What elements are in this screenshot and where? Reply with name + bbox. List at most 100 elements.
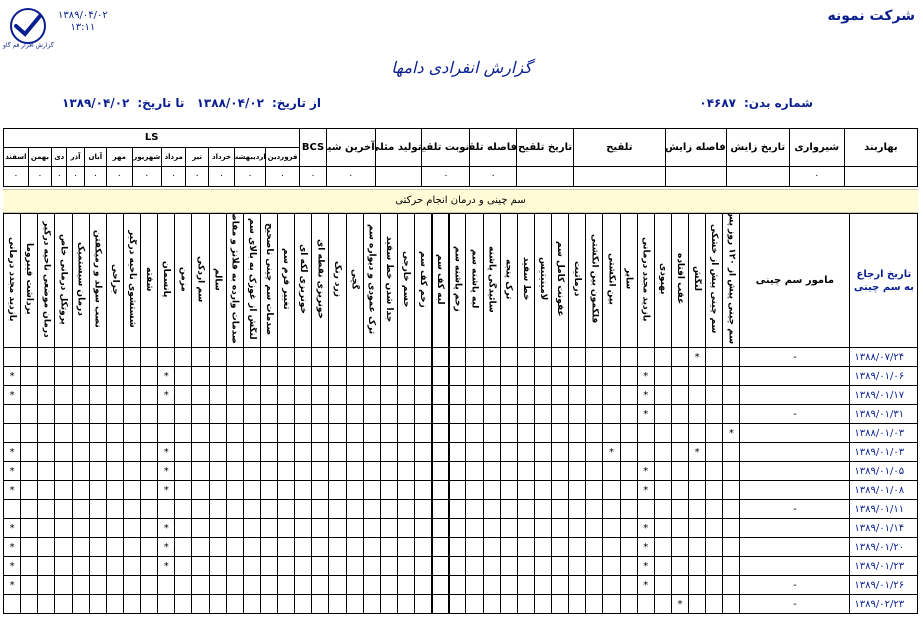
finding-cell — [430, 461, 450, 481]
finding-cell — [259, 518, 279, 538]
finding-column-label: عفونت کامل سم — [555, 241, 566, 317]
finding-column-label: پروتکل درمانی خاص — [58, 233, 69, 325]
summary-value — [573, 165, 666, 188]
summary-header: BCS — [299, 128, 327, 167]
finding-cell — [225, 461, 244, 481]
finding-cell — [294, 499, 313, 519]
finding-cell — [533, 442, 553, 462]
month-value: ۰ — [106, 165, 133, 188]
referral-date: ۱۳۸۸/۰۱/۰۳ — [849, 423, 919, 443]
finding-cell — [122, 442, 142, 462]
finding-cell — [191, 423, 210, 443]
table-row: ۱۳۸۸/۰۷/۲۴- * — [2, 347, 919, 367]
finding-cell — [687, 423, 707, 443]
finding-cell — [430, 499, 450, 519]
finding-cell — [345, 499, 364, 519]
finding-cell — [482, 575, 501, 595]
month-value: ۰ — [3, 165, 29, 188]
finding-cell — [379, 347, 398, 367]
finding-cell — [139, 385, 159, 405]
finding-cell — [242, 480, 261, 500]
finding-cell — [636, 423, 655, 443]
finding-cell — [636, 442, 655, 462]
finding-cell — [465, 537, 484, 557]
summary-header: تولید مثلی — [374, 128, 423, 167]
finding-cell — [362, 404, 381, 424]
finding-column-header: عفونت کامل سم — [550, 213, 570, 348]
finding-cell — [670, 518, 690, 538]
summary-value — [664, 165, 727, 188]
summary-header: فاصله زایش — [664, 128, 727, 167]
finding-column-label: لبه پاشنه سم — [469, 249, 480, 309]
finding-cell — [345, 423, 364, 443]
trimmer-name — [739, 556, 851, 576]
finding-cell — [105, 442, 124, 462]
summary-value: ۰ — [469, 165, 518, 188]
finding-cell — [550, 461, 570, 481]
finding-cell — [20, 480, 39, 500]
finding-cell — [413, 556, 433, 576]
finding-cell — [191, 499, 210, 519]
finding-cell — [585, 499, 604, 519]
finding-cell — [619, 347, 638, 367]
finding-cell — [653, 423, 672, 443]
finding-cell — [396, 347, 416, 367]
finding-cell — [225, 347, 244, 367]
finding-cell — [499, 366, 518, 386]
finding-cell — [499, 423, 518, 443]
finding-cell — [379, 594, 398, 614]
finding-cell — [191, 385, 210, 405]
referral-date: ۱۳۸۹/۰۱/۲۳ — [849, 556, 919, 576]
finding-cell — [242, 518, 261, 538]
month-header: آبان — [83, 146, 108, 167]
finding-cell — [362, 556, 381, 576]
finding-cell — [516, 499, 535, 519]
finding-cell — [157, 594, 176, 614]
finding-column-label: گچی — [349, 268, 360, 290]
finding-cell — [396, 442, 416, 462]
finding-cell — [54, 385, 73, 405]
finding-cell — [37, 518, 56, 538]
finding-cell — [619, 442, 638, 462]
finding-cell — [705, 347, 724, 367]
finding-cell — [54, 556, 73, 576]
finding-cell — [465, 366, 484, 386]
finding-mark: * — [636, 461, 655, 481]
finding-column-header: جدا شدن خط سفید — [379, 213, 398, 348]
finding-cell — [602, 404, 621, 424]
finding-cell — [722, 347, 741, 367]
finding-column-label: زخم پاشنه سم — [452, 246, 463, 312]
trimmer-name — [739, 480, 851, 500]
finding-cell — [88, 537, 107, 557]
finding-cell — [328, 556, 347, 576]
finding-cell — [550, 556, 570, 576]
finding-cell — [379, 480, 398, 500]
finding-cell — [242, 423, 261, 443]
finding-cell — [533, 480, 553, 500]
finding-cell — [88, 461, 107, 481]
finding-cell — [602, 556, 621, 576]
finding-cell — [122, 404, 142, 424]
summary-value — [725, 165, 790, 188]
finding-column-header: صدمات وارده به فلانژ و مفاصل — [225, 213, 244, 348]
finding-cell — [602, 423, 621, 443]
finding-cell — [105, 366, 124, 386]
finding-cell — [499, 556, 518, 576]
finding-cell — [122, 366, 142, 386]
finding-cell — [396, 518, 416, 538]
finding-cell — [448, 385, 467, 405]
finding-cell — [157, 347, 176, 367]
finding-cell — [550, 423, 570, 443]
finding-cell — [396, 423, 416, 443]
finding-cell — [88, 442, 107, 462]
finding-column-label: جراحی — [109, 263, 120, 295]
finding-cell — [71, 594, 90, 614]
finding-cell — [71, 461, 90, 481]
finding-cell — [533, 575, 553, 595]
finding-cell — [722, 594, 741, 614]
month-value: ۰ — [83, 165, 108, 188]
finding-cell — [54, 537, 73, 557]
finding-cell — [396, 499, 416, 519]
finding-cell — [550, 575, 570, 595]
finding-cell — [482, 347, 501, 367]
